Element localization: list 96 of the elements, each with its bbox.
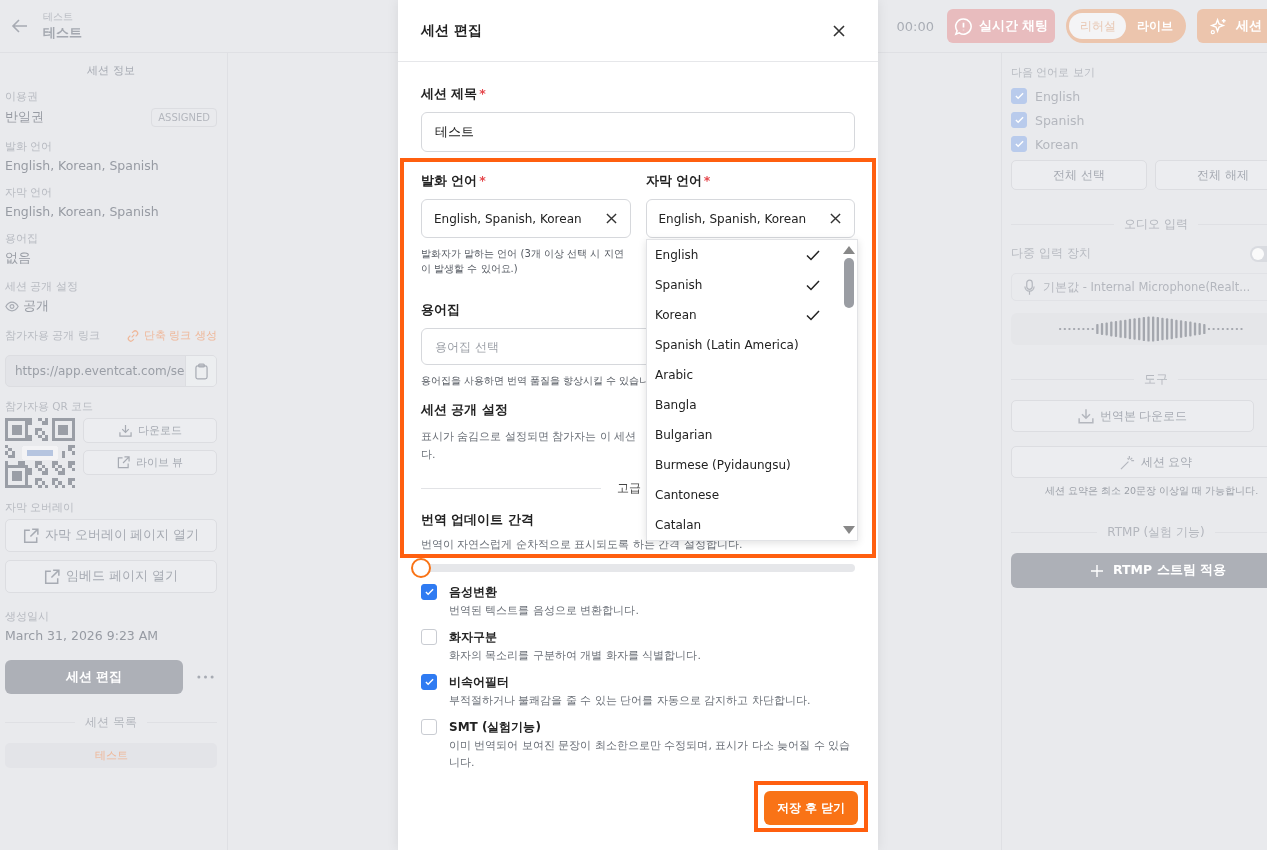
select-button[interactable]: 전체 해제 [1155, 160, 1267, 190]
field-value: 반일권 [5, 109, 44, 126]
divider-label: 고급 [617, 481, 641, 497]
clear-icon[interactable] [830, 213, 841, 224]
external-link-icon [44, 568, 60, 585]
short-link-button[interactable]: 단축 링크 생성 [126, 328, 217, 343]
session-summary-button[interactable]: 세션 요약 [1011, 446, 1267, 478]
sparkle-icon [1209, 16, 1228, 36]
check-icon [1014, 116, 1024, 124]
dropdown-option[interactable]: Bangla [647, 390, 840, 420]
link-field[interactable]: https://app.eventcat.com/se [5, 355, 217, 387]
qr-code-drawing [5, 418, 75, 488]
section-title: 세션 정보 [86, 63, 136, 78]
dropdown-option[interactable]: Burmese (Pyidaungsu) [647, 450, 840, 480]
field-value: 없음 [5, 250, 32, 267]
field-label: 세션 공개 설정 [421, 402, 508, 418]
checkbox[interactable] [421, 629, 437, 646]
field-value: March 31, 2026 9:23 AM [5, 628, 160, 643]
field-label: 자막 언어 * [645, 173, 711, 188]
dropdown-option[interactable]: English [647, 240, 840, 270]
eye-icon [5, 301, 19, 312]
field-value: 공개 [23, 298, 49, 315]
checkbox[interactable] [1011, 88, 1027, 104]
magic-wand-icon [1119, 454, 1135, 470]
download-icon [1077, 408, 1094, 424]
checkbox[interactable] [421, 719, 437, 736]
help-text: 용어집을 사용하면 번역 품질을 향상시킬 수 있습니 [421, 374, 650, 388]
mode-option[interactable]: 라이브 [1126, 13, 1183, 39]
scrollbar-thumb[interactable] [843, 258, 854, 308]
check-icon [424, 588, 434, 597]
page-title: 테스트 [43, 24, 82, 42]
external-link-icon [22, 527, 39, 544]
description-text: 다. [421, 446, 436, 463]
copy-button[interactable] [185, 356, 216, 386]
option-description: 이미 번역되어 보여진 문장이 최소한으로만 수정되며, 표시가 다소 늦어질 수 있습니다. [449, 738, 852, 772]
option-description: 번역된 텍스트를 음성으로 변환합니다. [449, 603, 639, 620]
field-value: English, Korean, Spanish [5, 158, 160, 173]
dropdown-option[interactable]: Korean [647, 300, 840, 330]
more-icon[interactable] [197, 675, 214, 679]
link-icon [126, 328, 140, 343]
checkbox[interactable] [1011, 136, 1027, 152]
field-label: 세션 제목 * [421, 86, 486, 101]
dropdown-option[interactable]: Catalan [647, 510, 840, 540]
option-description: 부적절하거나 불쾌감을 줄 수 있는 단어를 자동으로 감지하고 차단합니다. [449, 693, 811, 710]
field-label: 용어집 [421, 302, 460, 317]
option-label: 화자구분 [449, 629, 498, 647]
dropdown-option[interactable]: Spanish (Latin America) [647, 330, 840, 360]
language-select[interactable]: English, Spanish, Korean [645, 199, 855, 238]
check-icon [1014, 92, 1024, 100]
checkbox[interactable] [421, 674, 437, 691]
scroll-up-icon[interactable] [842, 246, 855, 254]
external-link-icon [116, 456, 130, 469]
slider[interactable] [411, 558, 855, 579]
option-label: SMT (실험기능) [449, 719, 542, 737]
back-arrow-icon[interactable] [11, 17, 29, 35]
download-icon [118, 424, 132, 437]
mode-option[interactable]: 리허설 [1069, 13, 1126, 39]
open-page-button[interactable]: 자막 오버레이 페이지 열기 [5, 519, 217, 552]
summary-note: 세션 요약은 최소 20문장 이상일 때 가능합니다. [1045, 485, 1260, 498]
edit-session-button[interactable]: 세션 편집 [5, 660, 183, 694]
rtmp-stream-button[interactable]: RTMP 스트림 적용 [1011, 553, 1267, 588]
select-button[interactable]: 전체 선택 [1011, 160, 1147, 190]
plus-icon [1091, 564, 1103, 577]
session-summary-button[interactable]: 세션 [1197, 9, 1267, 43]
title-input[interactable]: 테스트 [421, 112, 855, 152]
field-label: 번역 업데이트 간격 [421, 512, 534, 528]
qr-action-button[interactable]: 라이브 뷰 [83, 450, 217, 475]
save-close-button[interactable]: 저장 후 닫기 [763, 791, 858, 826]
download-translation-button[interactable]: 번역본 다운로드 [1011, 400, 1254, 432]
option-description: 화자의 목소리를 구분하여 개별 화자를 식별합니다. [449, 648, 701, 665]
language-select[interactable]: English, Spanish, Korean [421, 199, 631, 238]
field-value: English, Korean, Spanish [5, 204, 160, 219]
option-label: 음성변환 [449, 584, 498, 602]
description-text: 표시가 숨김으로 설정되면 참가자는 이 세션 [421, 429, 637, 446]
field-label: 발화 언어 * [421, 173, 486, 188]
timer: 00:00 [896, 18, 934, 34]
clear-icon[interactable] [605, 213, 617, 224]
dropdown-option[interactable]: Bulgarian [647, 420, 840, 450]
open-page-button[interactable]: 임베드 페이지 열기 [5, 560, 217, 593]
microphone-icon [1024, 278, 1035, 296]
chat-button[interactable]: 실시간 채팅 [947, 9, 1055, 43]
chat-alert-icon [953, 16, 973, 36]
checkbox[interactable] [421, 584, 437, 601]
checkbox[interactable] [1011, 112, 1027, 128]
dialog-title: 세션 편집 [421, 21, 482, 40]
session-list-item[interactable]: 테스트 [5, 743, 217, 768]
qr-action-button[interactable]: 다운로드 [83, 418, 217, 443]
check-icon [424, 678, 434, 687]
close-icon[interactable] [833, 24, 845, 37]
check-icon [1014, 140, 1024, 148]
clipboard-icon [194, 362, 208, 380]
dropdown-option[interactable]: Spanish [647, 270, 840, 300]
help-text: 발화자가 말하는 언어 (3개 이상 선택 시 지연이 발생할 수 있어요.) [421, 247, 625, 276]
option-label: 비속어필터 [449, 674, 510, 692]
scroll-down-icon[interactable] [842, 526, 855, 534]
dropdown-option[interactable]: Cantonese [647, 480, 840, 510]
